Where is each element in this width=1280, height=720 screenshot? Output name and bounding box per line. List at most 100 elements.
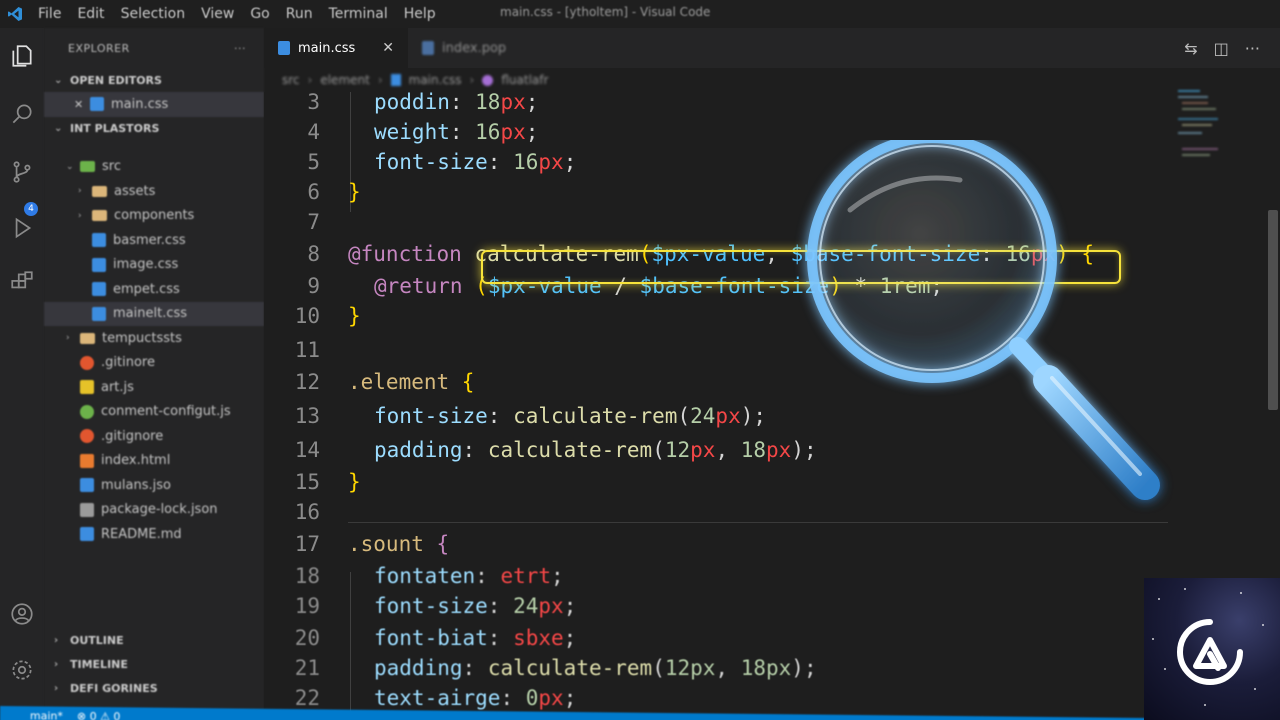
folder-item[interactable]: ⌄ src (44, 155, 264, 180)
breadcrumb-item[interactable]: fluatlafr (501, 73, 548, 87)
menu-item-terminal[interactable]: Terminal (321, 6, 396, 22)
file-item[interactable]: index.html (44, 449, 264, 474)
tree-item-label: art.js (101, 379, 134, 395)
breadcrumb-item[interactable]: main.css (409, 73, 462, 87)
menu-item-file[interactable]: File (30, 6, 69, 22)
tab-index[interactable]: index.pop (408, 28, 538, 68)
menu-item-selection[interactable]: Selection (113, 6, 194, 22)
menu-item-go[interactable]: Go (242, 6, 277, 22)
chevron-down-icon: ⌄ (54, 74, 63, 86)
file-item[interactable]: mainelt.css (44, 301, 264, 326)
code-token: .sount (348, 532, 437, 556)
code-token: ; (525, 120, 539, 144)
code-token: 0 (525, 686, 539, 710)
folder-item[interactable]: › assets (44, 179, 264, 204)
file-item[interactable]: art.js (44, 375, 264, 400)
folder-item[interactable]: › tempuctssts (44, 326, 264, 351)
code-line[interactable]: 14 padding: calculate-rem(12px, 18px); (264, 434, 817, 466)
code-line[interactable]: 15} (264, 466, 361, 498)
bottom-sections: › OUTLINE › TIMELINE › DEFI GORINES (44, 628, 264, 700)
chevron-right-icon: › (78, 210, 82, 221)
close-icon[interactable]: ✕ (382, 40, 394, 56)
file-item[interactable]: empet.css (44, 277, 264, 302)
close-icon[interactable]: ✕ (74, 98, 90, 111)
problems-indicator[interactable]: ⊗ 0 ⚠ 0 (77, 709, 121, 720)
menu-item-run[interactable]: Run (278, 6, 321, 22)
code-line[interactable]: 7 (264, 206, 348, 238)
code-line[interactable]: 10} (264, 300, 361, 332)
explorer-icon[interactable] (6, 40, 38, 72)
line-number: 10 (294, 304, 320, 328)
section-timeline[interactable]: › TIMELINE (44, 652, 264, 676)
tab-main-css[interactable]: main.css ✕ (264, 28, 408, 68)
code-token: font-size (374, 150, 488, 174)
extensions-icon[interactable] (6, 266, 38, 298)
file-item[interactable]: mulans.jso (44, 473, 264, 498)
code-line[interactable]: 16 (264, 496, 348, 528)
chevron-right-icon: › (54, 634, 59, 646)
code-line[interactable]: 20 font-biat: sbxe; (264, 622, 577, 654)
code-line[interactable]: 19 font-size: 24px; (264, 590, 577, 622)
line-number: 21 (294, 656, 320, 680)
open-editors-section[interactable]: ⌄ OPEN EDITORS (44, 68, 264, 92)
breadcrumb-item[interactable]: element (320, 73, 369, 87)
code-token: 24 (513, 594, 539, 618)
code-line[interactable]: 17 .sount { (264, 528, 449, 560)
code-token: .element (348, 370, 462, 394)
code-line[interactable]: 4 weight: 16px; (264, 116, 538, 148)
code-token: { (1068, 242, 1095, 266)
settings-gear-icon[interactable] (6, 654, 38, 686)
code-line[interactable]: 6} (264, 176, 361, 208)
tree-item-label: empet.css (113, 281, 180, 297)
code-line[interactable]: 11 (264, 334, 348, 366)
menu-item-view[interactable]: View (193, 6, 242, 22)
split-editor-icon[interactable]: ◫ (1214, 39, 1229, 58)
editor-scrollbar[interactable] (1268, 210, 1278, 410)
code-line[interactable]: 9 @return ($px-value / $base-font-size) *… (264, 270, 943, 302)
code-token: 12px (664, 656, 716, 680)
code-line[interactable]: 8 @function calculate-rem($px-value, $bas… (264, 238, 1094, 270)
project-section[interactable]: ⌄ INT PLASTORS (44, 117, 264, 141)
code-line[interactable]: 21 padding: calculate-rem(12px, 18px); (264, 652, 817, 684)
folder-item[interactable]: › components (44, 204, 264, 229)
file-item[interactable]: package-lock.json (44, 498, 264, 523)
search-icon[interactable] (6, 98, 38, 130)
more-actions-icon[interactable]: ··· (1245, 39, 1260, 58)
code-editor[interactable]: 3 poddin: 18px; 4 weight: 16px; 5 font-size: … (264, 92, 1280, 720)
code-line[interactable]: 18 fontaten: etrt; (264, 560, 564, 592)
account-icon[interactable] (6, 598, 38, 630)
section-outline[interactable]: › OUTLINE (44, 628, 264, 652)
file-item[interactable]: .gitignore (44, 424, 264, 449)
breadcrumb-item[interactable]: src (282, 73, 300, 87)
file-item[interactable]: .gitinore (44, 351, 264, 376)
code-token: px (715, 404, 741, 428)
code-line[interactable]: 12 .element { (264, 366, 475, 398)
code-line[interactable]: 3 poddin: 18px; (264, 92, 538, 118)
run-debug-icon[interactable] (6, 212, 38, 244)
chevron-right-icon: › (54, 658, 59, 670)
file-item[interactable]: conment-configut.js (44, 400, 264, 425)
section-defi-gorines[interactable]: › DEFI GORINES (44, 676, 264, 700)
file-item[interactable]: basmer.css (44, 228, 264, 253)
file-item[interactable]: image.css (44, 253, 264, 278)
code-token: px (500, 92, 526, 114)
compare-icon[interactable]: ⇆ (1184, 39, 1197, 58)
file-item[interactable]: README.md (44, 522, 264, 547)
code-token: : (487, 594, 514, 618)
code-token: ; (563, 626, 577, 650)
open-editor-item[interactable]: ✕ main.css (44, 92, 264, 117)
branch-indicator[interactable]: main* (30, 709, 63, 720)
logo-icon (1177, 619, 1243, 685)
menu-item-help[interactable]: Help (396, 6, 444, 22)
menu-item-edit[interactable]: Edit (69, 6, 112, 22)
code-line[interactable]: 5 font-size: 16px; (264, 146, 576, 178)
code-line[interactable]: 13 font-size: calculate-rem(24px); (264, 400, 766, 432)
more-actions-icon[interactable]: ··· (234, 42, 246, 55)
source-control-icon[interactable] (6, 156, 38, 188)
line-number: 11 (294, 338, 320, 362)
code-text: } (348, 180, 361, 204)
editor-tabs: main.css ✕ index.pop ⇆ ◫ ··· (264, 28, 1280, 68)
code-token: calculate-rem (487, 656, 653, 680)
code-token: $base-font-size (639, 274, 830, 298)
minimap[interactable] (1172, 88, 1252, 178)
